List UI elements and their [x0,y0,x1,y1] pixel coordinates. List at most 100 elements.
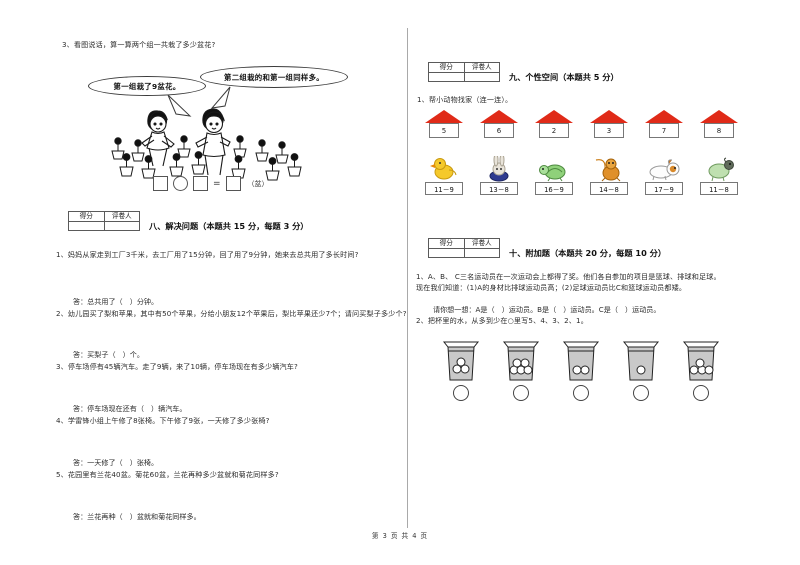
question-10-1-line1: 1、A、B、 C三名运动员在一次运动会上都得了奖。他们各自参加的项目是篮球、排球… [416,272,721,281]
rabbit-icon [480,155,518,182]
grader-value-cell[interactable] [463,248,500,258]
equation-operator-circle[interactable] [173,176,188,191]
question-8-1: 1、妈妈从家走到工厂3千米，去工厂用了15分钟，回了用了9分钟，她来去总共用了多… [56,250,359,259]
question-8-3: 3、停车场停有45辆汽车。走了9辆，来了10辆，停车场现在有多少辆汽车? [56,361,298,371]
house-item[interactable]: 3 [590,110,628,138]
section-eight-questions: 1、妈妈从家走到工厂3千米，去工厂用了15分钟，回了用了9分钟，她来去总共用了多… [56,250,408,522]
score-label: 得分 [68,211,105,222]
house-roof-icon [645,110,683,123]
section-eight-title: 八、解决问题（本题共 15 分，每题 3 分） [149,221,309,231]
house-number: 7 [649,123,679,138]
house-roof-icon [535,110,573,123]
answer-8-2[interactable]: 答：买梨子（ ）个。 [56,350,408,360]
house-roof-icon [480,110,518,123]
grader-label: 评卷人 [103,211,140,222]
section-eight-header: 得分 评卷人 八、解决问题（本题共 15 分，每题 3 分） [68,211,309,232]
equation-card: 17－9 [645,182,683,195]
grader-value-cell[interactable] [103,221,140,231]
monkey-icon [590,155,628,182]
section-nine-title: 九、个性空间（本题共 5 分） [509,72,619,82]
equation-card: 11－8 [700,182,738,195]
equation-card: 16－9 [535,182,573,195]
equation-box-result[interactable] [225,176,241,191]
water-cup [501,340,541,382]
equation-box-1[interactable] [153,176,168,191]
exam-page: 3、看图说话，算一算两个组一共栽了多少盆花? 第一组栽了9盆花。 第二组栽的和第… [0,0,800,565]
animal-item[interactable]: 13－8 [480,155,518,195]
question-9-1: 1、帮小动物找家（连一连）。 [417,95,513,104]
cup-answer-circle[interactable] [633,385,649,401]
equation-unit: （盆） [247,179,269,188]
animal-item[interactable]: 17－9 [645,155,683,195]
house-roof-icon [425,110,463,123]
cup-answer-circle[interactable] [453,385,469,401]
animal-item[interactable]: 11－8 [700,155,738,195]
score-box-ten: 得分 评卷人 [428,238,500,258]
score-value-cell[interactable] [428,72,465,82]
answer-8-3[interactable]: 答：停车场现在还有（ ）辆汽车。 [56,404,408,414]
grader-value-cell[interactable] [463,72,500,82]
animal-row: 11－9 13－8 16－9 14－8 17－9 11－8 [425,155,738,195]
left-column: 3、看图说话，算一算两个组一共栽了多少盆花? 第一组栽了9盆花。 第二组栽的和第… [48,0,408,565]
house-number: 2 [539,123,569,138]
grader-label: 评卷人 [463,62,500,73]
house-number: 8 [704,123,734,138]
right-column: 得分 评卷人 九、个性空间（本题共 5 分） 1、帮小动物找家（连一连）。 5 … [415,0,775,565]
cup-cell[interactable] [681,340,721,401]
house-number: 3 [594,123,624,138]
equation-card: 14－8 [590,182,628,195]
question-8-2: 2、幼儿园买了梨和苹果，其中有50个苹果，分给小朋友12个苹果后，梨比苹果还少7… [56,309,407,318]
cup-cell[interactable] [501,340,541,401]
section-ten-question-one: 1、A、B、 C三名运动员在一次运动会上都得了奖。他们各自参加的项目是篮球、排球… [416,272,772,327]
children-flowerpots-illustration [106,103,316,185]
turtle-icon [535,155,573,182]
score-value-cell[interactable] [68,221,105,231]
animal-item[interactable]: 14－8 [590,155,628,195]
answer-8-5[interactable]: 答：兰花再种（ ）盆就和菊花同样多。 [56,512,408,522]
answer-equation-row: = （盆） [153,176,269,191]
speech-bubble-left-text: 第一组栽了9盆花。 [113,81,181,91]
speech-bubble-right-text: 第二组栽的和第一组同样多。 [224,72,324,82]
score-value-cell[interactable] [428,248,465,258]
house-item[interactable]: 2 [535,110,573,138]
question-10-2: 2、把杯里的水，从多到少在○里写5、4、3、2、1。 [416,315,588,325]
grader-label: 评卷人 [463,238,500,249]
duck-icon [425,155,463,182]
score-box-eight: 得分 评卷人 [68,211,140,231]
water-cup [621,340,661,382]
house-number: 5 [429,123,459,138]
answer-8-4[interactable]: 答：一天修了（ ）张椅。 [56,458,408,468]
house-item[interactable]: 6 [480,110,518,138]
house-item[interactable]: 8 [700,110,738,138]
cup-answer-circle[interactable] [693,385,709,401]
cup-cell[interactable] [441,340,481,401]
house-number: 6 [484,123,514,138]
question-8-4: 4、学雷锋小组上午修了8张椅。下午修了9张，一天修了多少张椅? [56,415,270,425]
score-label: 得分 [428,238,465,249]
cup-cell[interactable] [561,340,601,401]
flower-pot-scene: 第一组栽了9盆花。 第二组栽的和第一组同样多。 = （盆） [48,48,388,198]
section-nine-header: 得分 评卷人 九、个性空间（本题共 5 分） [428,62,619,83]
water-cup [561,340,601,382]
animal-item[interactable]: 16－9 [535,155,573,195]
sheep-icon [700,155,738,182]
section-ten-title: 十、附加题（本题共 20 分，每题 10 分） [509,248,667,258]
score-label: 得分 [428,62,465,73]
house-item[interactable]: 7 [645,110,683,138]
animal-item[interactable]: 11－9 [425,155,463,195]
house-roof-icon [590,110,628,123]
house-item[interactable]: 5 [425,110,463,138]
score-box-nine: 得分 评卷人 [428,62,500,82]
question-8-5: 5、花园里有兰花40盆。菊花60盆，兰花再种多少盆就和菊花同样多? [56,469,279,479]
cup-answer-circle[interactable] [513,385,529,401]
house-row: 5 6 2 3 7 8 [425,110,738,138]
water-cup [441,340,481,382]
dog-icon [645,155,683,182]
section-ten-header: 得分 评卷人 十、附加题（本题共 20 分，每题 10 分） [428,238,666,259]
speech-bubble-right: 第二组栽的和第一组同样多。 [200,66,348,88]
answer-8-1[interactable]: 答：总共用了（ ）分钟。 [56,297,408,307]
equation-box-2[interactable] [193,176,208,191]
question-10-1-line3[interactable]: 请你想一想：A是（ ）运动员。B是（ ）运动员。C是（ ）运动员。 [416,305,772,315]
cup-answer-circle[interactable] [573,385,589,401]
cup-cell[interactable] [621,340,661,401]
